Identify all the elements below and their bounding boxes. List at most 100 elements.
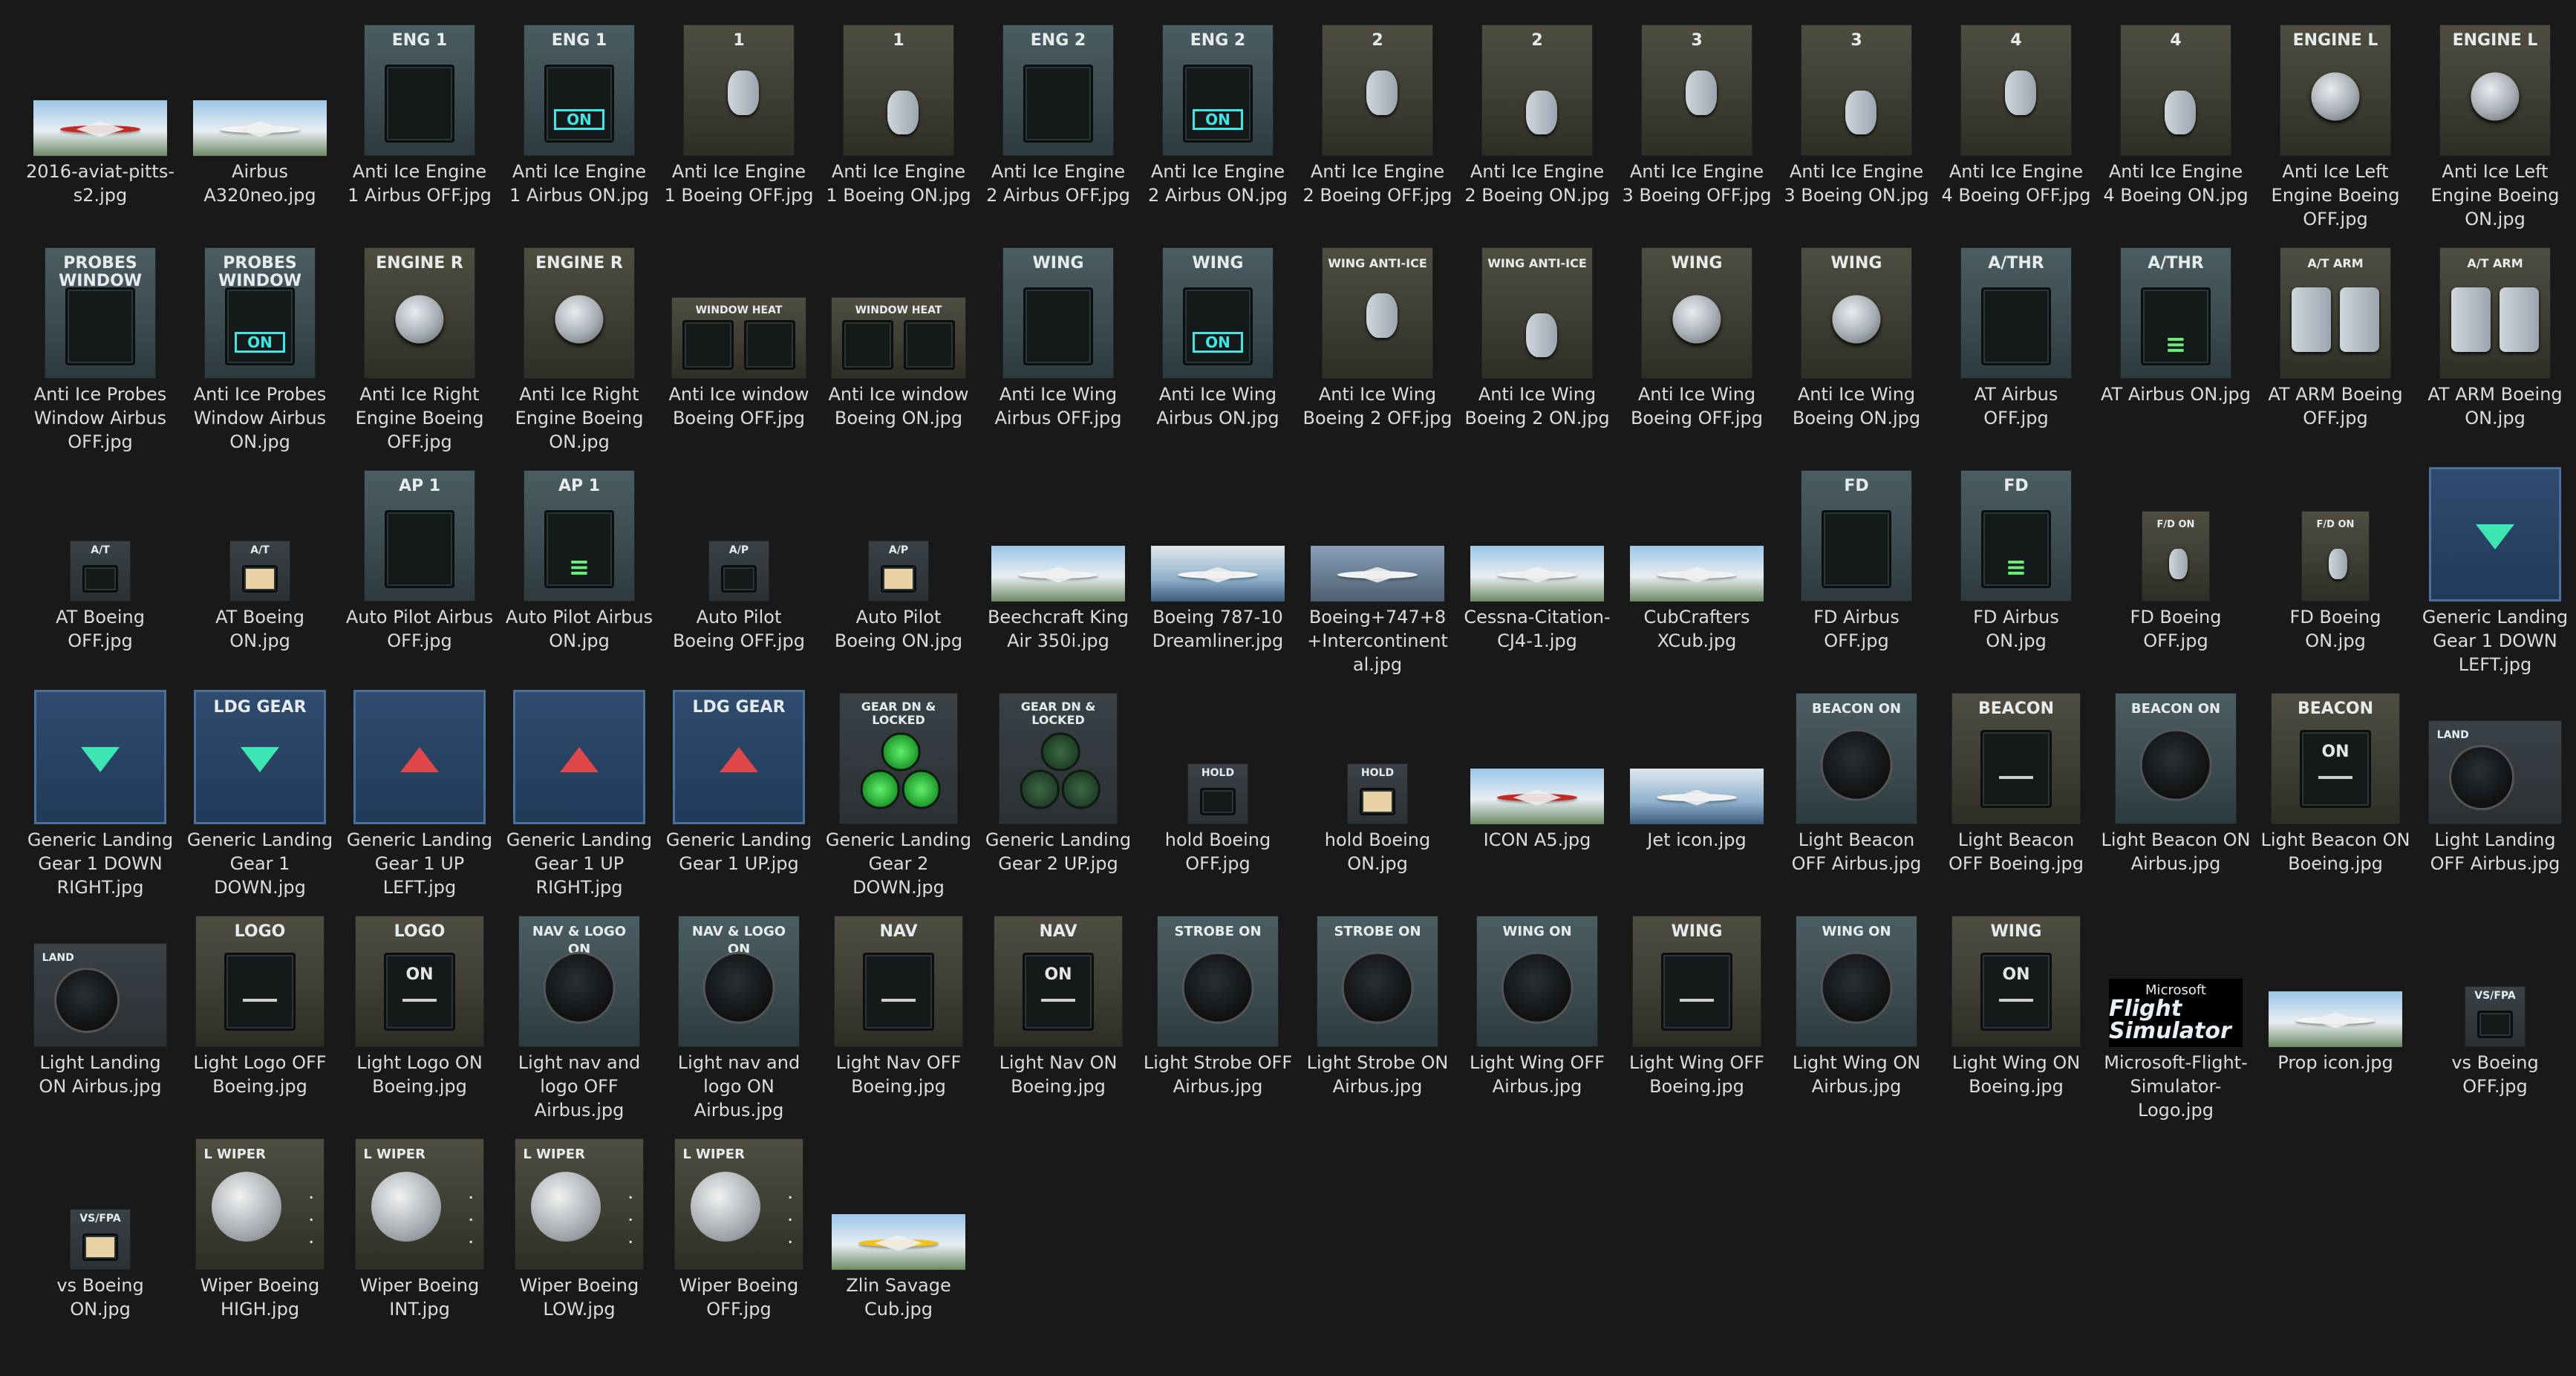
file-item[interactable]: NAV Light Nav OFF Boeing.jpg	[821, 899, 976, 1121]
file-item[interactable]: ENG 1 ON Anti Ice Engine 1 Airbus ON.jpg	[501, 7, 657, 230]
file-item[interactable]: 2 Anti Ice Engine 2 Boeing OFF.jpg	[1300, 7, 1455, 230]
file-item[interactable]: F/D ON FD Boeing ON.jpg	[2257, 453, 2413, 676]
file-item[interactable]: Generic Landing Gear 1 DOWN LEFT.jpg	[2417, 453, 2573, 676]
file-item[interactable]: Cessna-Citation-CJ4-1.jpg	[1459, 453, 1615, 676]
file-item[interactable]: NAV & LOGO ON Light nav and logo ON Airbu…	[661, 899, 817, 1121]
file-item[interactable]: Airbus A320neo.jpg	[182, 7, 338, 230]
file-item[interactable]: L WIPER · · · Wiper Boeing LOW.jpg	[501, 1121, 657, 1344]
file-item[interactable]: 2016-aviat-pitts-s2.jpg	[22, 7, 178, 230]
file-item[interactable]: Generic Landing Gear 1 UP LEFT.jpg	[342, 676, 498, 899]
file-item[interactable]: BEACON Light Beacon OFF Boeing.jpg	[1938, 676, 2094, 899]
file-item[interactable]: ENGINE R Anti Ice Right Engine Boeing OFF…	[342, 230, 498, 453]
file-item[interactable]: Boeing+747+8+Intercontinental.jpg	[1300, 453, 1455, 676]
file-item[interactable]: WING Light Wing OFF Boeing.jpg	[1619, 899, 1775, 1121]
file-item[interactable]: CubCrafters XCub.jpg	[1619, 453, 1775, 676]
file-item[interactable]: LOGO Light Logo OFF Boeing.jpg	[182, 899, 338, 1121]
file-item[interactable]: A/THR AT Airbus OFF.jpg	[1938, 230, 2094, 453]
file-item[interactable]: WINDOW HEAT Anti Ice window Boeing OFF.jp…	[661, 230, 817, 453]
file-item[interactable]: L WIPER · · · Wiper Boeing HIGH.jpg	[182, 1121, 338, 1344]
file-item[interactable]: GEAR DN & LOCKED Generic Landing Gear 2 D…	[821, 676, 976, 899]
file-item[interactable]: ENG 2 Anti Ice Engine 2 Airbus OFF.jpg	[980, 7, 1136, 230]
file-name: Auto Pilot Airbus ON.jpg	[505, 607, 653, 651]
file-item[interactable]: A/THR ≡ AT Airbus ON.jpg	[2098, 230, 2254, 453]
file-item[interactable]: STROBE ON Light Strobe ON Airbus.jpg	[1300, 899, 1455, 1121]
file-item[interactable]: LAND Light Landing OFF Airbus.jpg	[2417, 676, 2573, 899]
file-item[interactable]: Generic Landing Gear 1 DOWN RIGHT.jpg	[22, 676, 178, 899]
file-item[interactable]: A/P Auto Pilot Boeing OFF.jpg	[661, 453, 817, 676]
image-preview	[832, 1214, 965, 1270]
image-preview: ENG 1 ON	[524, 25, 635, 156]
file-item[interactable]: LDG GEAR Generic Landing Gear 1 UP.jpg	[661, 676, 817, 899]
file-item[interactable]: 1 Anti Ice Engine 1 Boeing OFF.jpg	[661, 7, 817, 230]
file-item[interactable]: Microsoft Flight Simulator Microsoft-Fligh…	[2098, 899, 2254, 1121]
file-item[interactable]: STROBE ON Light Strobe OFF Airbus.jpg	[1140, 899, 1296, 1121]
file-item[interactable]: PROBES WINDOW HEATAnti Ice Probes Window…	[22, 230, 178, 453]
file-item[interactable]: NAV ON Light Nav ON Boeing.jpg	[980, 899, 1136, 1121]
file-item[interactable]: GEAR DN & LOCKED Generic Landing Gear 2 U…	[980, 676, 1136, 899]
file-item[interactable]: Generic Landing Gear 1 UP RIGHT.jpg	[501, 676, 657, 899]
file-item[interactable]: ENG 2 ON Anti Ice Engine 2 Airbus ON.jpg	[1140, 7, 1296, 230]
file-item[interactable]: 1 Anti Ice Engine 1 Boeing ON.jpg	[821, 7, 976, 230]
file-item[interactable]: WING Anti Ice Wing Boeing OFF.jpg	[1619, 230, 1775, 453]
selector-knob-icon	[543, 951, 616, 1024]
file-item[interactable]: VS/FPA vs Boeing OFF.jpg	[2417, 899, 2573, 1121]
file-item[interactable]: F/D ON FD Boeing OFF.jpg	[2098, 453, 2254, 676]
file-item[interactable]: A/T ARM AT ARM Boeing OFF.jpg	[2257, 230, 2413, 453]
file-item[interactable]: BEACON ON Light Beacon ON Airbus.jpg	[2098, 676, 2254, 899]
file-item[interactable]: WING ON Light Wing ON Airbus.jpg	[1778, 899, 1934, 1121]
file-item[interactable]: LOGO ON Light Logo ON Boeing.jpg	[342, 899, 498, 1121]
thumbnail	[33, 676, 167, 824]
file-item[interactable]: ENGINE R Anti Ice Right Engine Boeing ON.…	[501, 230, 657, 453]
file-item[interactable]: A/T AT Boeing ON.jpg	[182, 453, 338, 676]
file-item[interactable]: FD FD Airbus OFF.jpg	[1778, 453, 1934, 676]
file-item[interactable]: WING ANTI-ICE Anti Ice Wing Boeing 2 ON.j…	[1459, 230, 1615, 453]
file-item[interactable]: WING ANTI-ICE Anti Ice Wing Boeing 2 OFF.…	[1300, 230, 1455, 453]
file-item[interactable]: WINDOW HEAT Anti Ice window Boeing ON.jpg	[821, 230, 976, 453]
switch-on-label: ON	[405, 965, 434, 984]
file-item[interactable]: 3 Anti Ice Engine 3 Boeing ON.jpg	[1778, 7, 1934, 230]
file-item[interactable]: Prop icon.jpg	[2257, 899, 2413, 1121]
file-item[interactable]: A/P Auto Pilot Boeing ON.jpg	[821, 453, 976, 676]
file-item[interactable]: WING Anti Ice Wing Boeing ON.jpg	[1778, 230, 1934, 453]
file-name: Light Landing ON Airbus.jpg	[39, 1052, 162, 1097]
annunciator-button	[82, 565, 118, 593]
file-item[interactable]: WING Anti Ice Wing Airbus OFF.jpg	[980, 230, 1136, 453]
file-item[interactable]: ENGINE L Anti Ice Left Engine Boeing ON.j…	[2417, 7, 2573, 230]
image-preview: 4	[2120, 25, 2231, 156]
file-item[interactable]: A/T ARM AT ARM Boeing ON.jpg	[2417, 230, 2573, 453]
panel-title: ENG 1	[391, 30, 448, 50]
file-item[interactable]: ENGINE L Anti Ice Left Engine Boeing OFF.…	[2257, 7, 2413, 230]
file-item[interactable]: Beechcraft King Air 350i.jpg	[980, 453, 1136, 676]
file-item[interactable]: BEACON ON Light Beacon ON Boeing.jpg	[2257, 676, 2413, 899]
file-item[interactable]: PROBES WINDOW HEATONAnti Ice Probes Wind…	[182, 230, 338, 453]
file-item[interactable]: Zlin Savage Cub.jpg	[821, 1121, 976, 1344]
file-item[interactable]: 4 Anti Ice Engine 4 Boeing ON.jpg	[2098, 7, 2254, 230]
file-item[interactable]: A/T AT Boeing OFF.jpg	[22, 453, 178, 676]
file-item[interactable]: BEACON ON Light Beacon OFF Airbus.jpg	[1778, 676, 1934, 899]
annunciator-button	[242, 565, 278, 593]
file-item[interactable]: 3 Anti Ice Engine 3 Boeing OFF.jpg	[1619, 7, 1775, 230]
file-item[interactable]: VS/FPA vs Boeing ON.jpg	[22, 1121, 178, 1344]
file-item[interactable]: FD ≡ FD Airbus ON.jpg	[1938, 453, 2094, 676]
fd-toggle-icon	[2169, 549, 2188, 580]
file-item[interactable]: Boeing 787-10 Dreamliner.jpg	[1140, 453, 1296, 676]
file-item[interactable]: 4 Anti Ice Engine 4 Boeing OFF.jpg	[1938, 7, 2094, 230]
file-item[interactable]: HOLD hold Boeing OFF.jpg	[1140, 676, 1296, 899]
image-preview: WING	[1632, 916, 1761, 1047]
file-item[interactable]: HOLD hold Boeing ON.jpg	[1300, 676, 1455, 899]
file-item[interactable]: LAND Light Landing ON Airbus.jpg	[22, 899, 178, 1121]
file-item[interactable]: 2 Anti Ice Engine 2 Boeing ON.jpg	[1459, 7, 1615, 230]
file-item[interactable]: LDG GEAR Generic Landing Gear 1 DOWN.jpg	[182, 676, 338, 899]
file-item[interactable]: NAV & LOGO ON Light nav and logo OFF Airb…	[501, 899, 657, 1121]
file-name: Light Beacon ON Airbus.jpg	[2101, 829, 2251, 874]
file-item[interactable]: WING ON Anti Ice Wing Airbus ON.jpg	[1140, 230, 1296, 453]
file-item[interactable]: ENG 1 Anti Ice Engine 1 Airbus OFF.jpg	[342, 7, 498, 230]
file-item[interactable]: WING ON Light Wing ON Boeing.jpg	[1938, 899, 2094, 1121]
file-item[interactable]: L WIPER · · · Wiper Boeing OFF.jpg	[661, 1121, 817, 1344]
file-item[interactable]: WING ON Light Wing OFF Airbus.jpg	[1459, 899, 1615, 1121]
file-item[interactable]: Jet icon.jpg	[1619, 676, 1775, 899]
file-item[interactable]: L WIPER · · · Wiper Boeing INT.jpg	[342, 1121, 498, 1344]
file-item[interactable]: ICON A5.jpg	[1459, 676, 1615, 899]
file-item[interactable]: AP 1 ≡ Auto Pilot Airbus ON.jpg	[501, 453, 657, 676]
file-item[interactable]: AP 1 Auto Pilot Airbus OFF.jpg	[342, 453, 498, 676]
